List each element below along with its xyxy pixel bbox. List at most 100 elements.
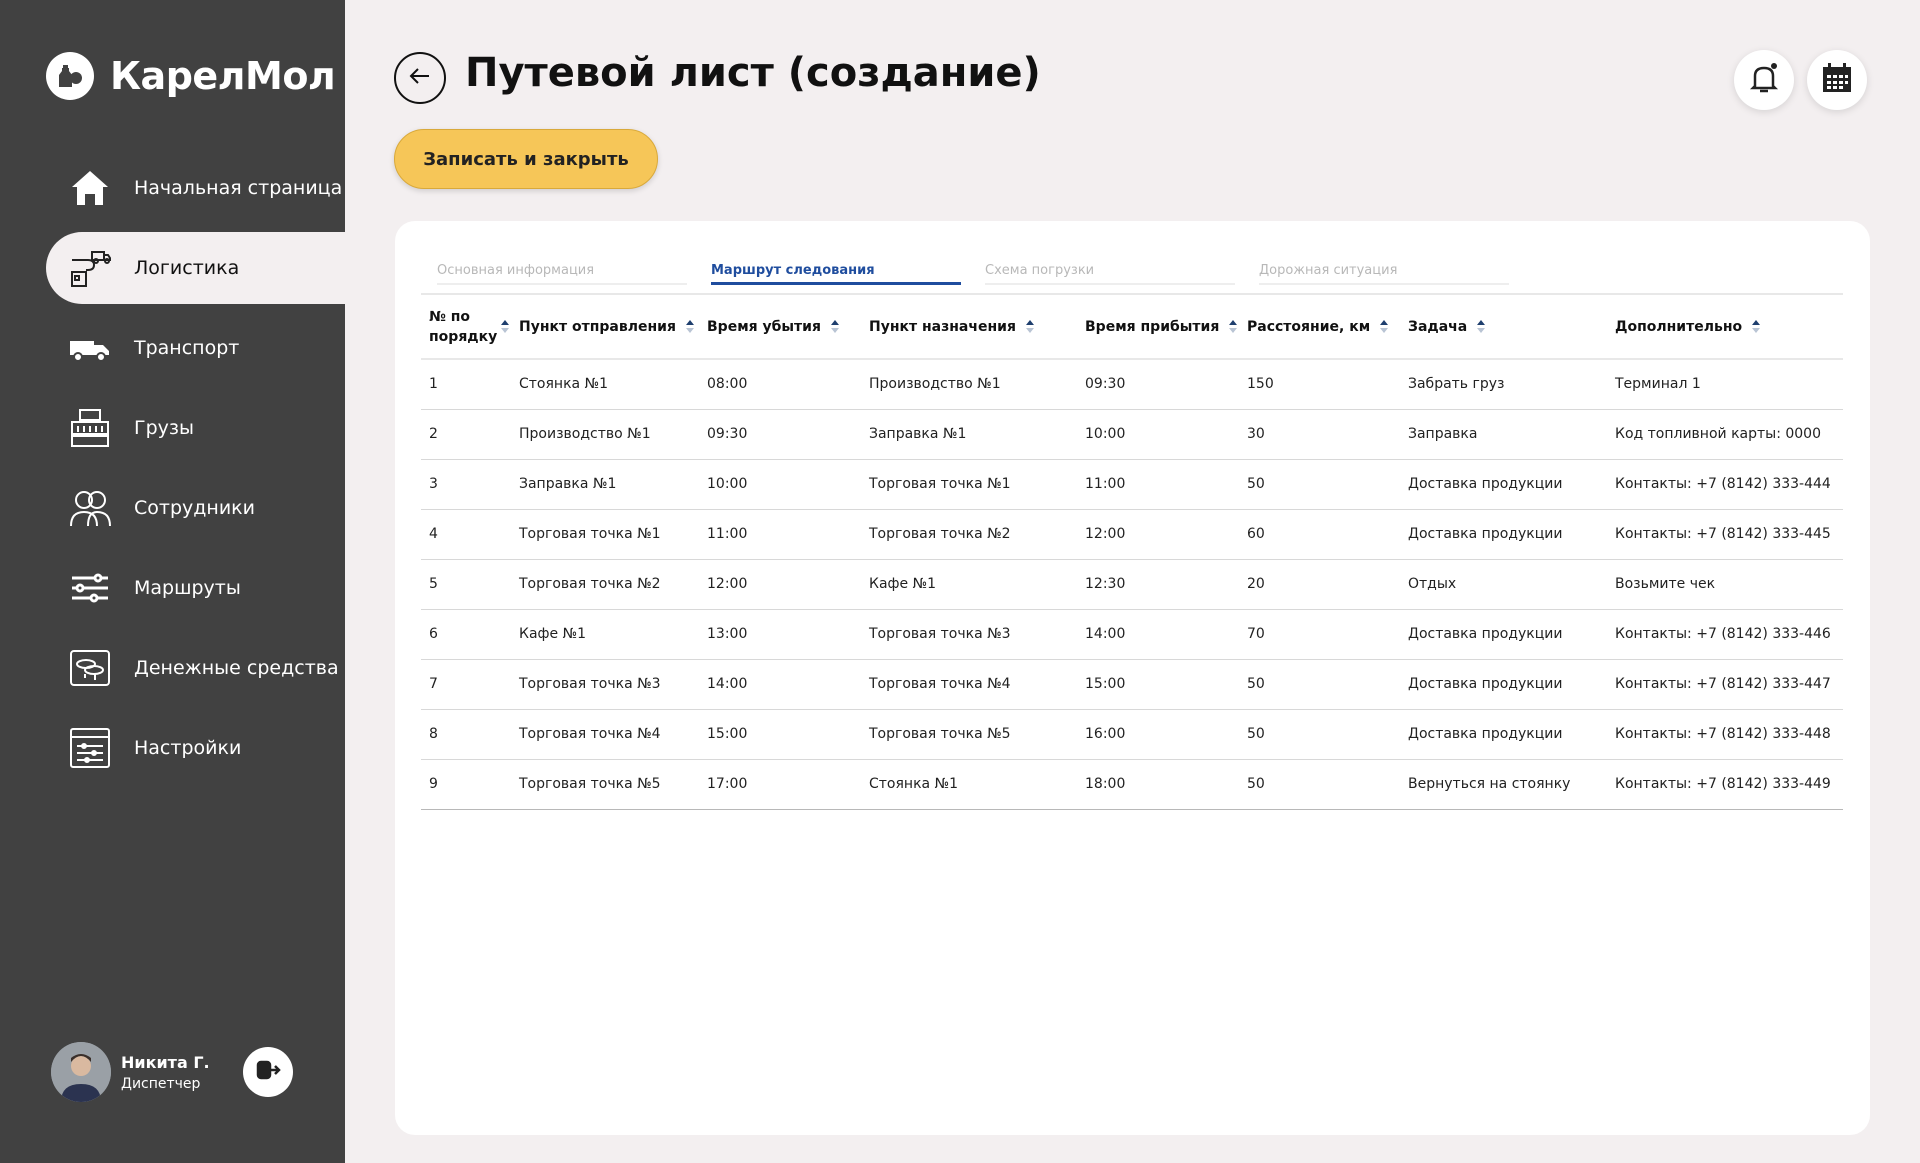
column-header[interactable]: Время убытия: [699, 293, 861, 360]
cell-departure-point: Кафе №1: [511, 609, 699, 660]
column-header-label: Пункт отправления: [519, 318, 676, 335]
table-row[interactable]: 1 Стоянка №1 08:00 Производство №1 09:30…: [421, 359, 1843, 410]
calendar-button[interactable]: [1807, 50, 1867, 110]
save-and-close-button[interactable]: Записать и закрыть: [394, 129, 658, 189]
cell-departure-point: Торговая точка №5: [511, 759, 699, 810]
cell-departure-point: Торговая точка №2: [511, 559, 699, 610]
sort-icon[interactable]: [1477, 319, 1486, 334]
cell-order: 5: [421, 559, 511, 610]
sidebar-item-logistics[interactable]: Логистика: [46, 232, 345, 304]
table-row[interactable]: 9 Торговая точка №5 17:00 Стоянка №1 18:…: [421, 759, 1843, 810]
cell-task: Отдых: [1400, 559, 1607, 610]
logout-button[interactable]: [243, 1047, 293, 1097]
column-header-label: Задача: [1408, 318, 1468, 335]
money-icon: [68, 646, 112, 690]
cell-arrival-time: 10:00: [1077, 409, 1239, 460]
cell-order: 6: [421, 609, 511, 660]
column-header[interactable]: № по порядку: [421, 293, 511, 360]
cell-departure-time: 14:00: [699, 659, 861, 710]
tabs: Основная информация Маршрут следования С…: [437, 241, 1533, 285]
route-table: № по порядку Пункт отправления Время убы…: [421, 293, 1843, 810]
employees-icon: [68, 486, 112, 530]
back-button[interactable]: [394, 52, 446, 104]
sidebar-item-transport[interactable]: Транспорт: [0, 312, 345, 384]
cell-destination: Торговая точка №1: [861, 459, 1077, 510]
cell-extra: Контакты: +7 (8142) 333-445: [1607, 509, 1843, 560]
cell-extra: Контакты: +7 (8142) 333-447: [1607, 659, 1843, 710]
cell-arrival-time: 12:00: [1077, 509, 1239, 560]
column-header[interactable]: Пункт назначения: [861, 293, 1077, 360]
cell-destination: Заправка №1: [861, 409, 1077, 460]
sidebar-item-money[interactable]: Денежные средства: [0, 632, 345, 704]
calendar-icon: [1821, 62, 1853, 98]
sidebar-item-label: Логистика: [134, 257, 240, 279]
column-header[interactable]: Задача: [1400, 293, 1607, 360]
table-row[interactable]: 8 Торговая точка №4 15:00 Торговая точка…: [421, 709, 1843, 760]
sidebar-item-settings[interactable]: Настройки: [0, 712, 345, 784]
sort-icon[interactable]: [1752, 319, 1761, 334]
column-header[interactable]: Время прибытия: [1077, 293, 1239, 360]
cell-task: Доставка продукции: [1400, 659, 1607, 710]
sidebar-item-label: Настройки: [134, 737, 242, 759]
user-profile[interactable]: Никита Г. Диспетчер: [51, 1042, 210, 1102]
tab-main-info[interactable]: Основная информация: [437, 241, 687, 285]
cell-arrival-time: 11:00: [1077, 459, 1239, 510]
settings-icon: [68, 726, 112, 770]
sidebar-nav: Начальная страница Логистика Транспорт Г…: [0, 152, 345, 792]
cell-departure-time: 15:00: [699, 709, 861, 760]
column-header-label: Пункт назначения: [869, 318, 1016, 335]
logo[interactable]: КарелМол: [46, 52, 336, 100]
cell-task: Доставка продукции: [1400, 459, 1607, 510]
table-row[interactable]: 7 Торговая точка №3 14:00 Торговая точка…: [421, 659, 1843, 710]
column-header[interactable]: Дополнительно: [1607, 293, 1843, 360]
sidebar-item-cargo[interactable]: Грузы: [0, 392, 345, 464]
notifications-button[interactable]: [1734, 50, 1794, 110]
cell-extra: Контакты: +7 (8142) 333-449: [1607, 759, 1843, 810]
cell-order: 9: [421, 759, 511, 810]
cell-distance: 70: [1239, 609, 1400, 660]
cell-order: 2: [421, 409, 511, 460]
table-row[interactable]: 5 Торговая точка №2 12:00 Кафе №1 12:30 …: [421, 559, 1843, 610]
sidebar-item-home[interactable]: Начальная страница: [0, 152, 345, 224]
cell-distance: 20: [1239, 559, 1400, 610]
cell-destination: Кафе №1: [861, 559, 1077, 610]
table-row[interactable]: 4 Торговая точка №1 11:00 Торговая точка…: [421, 509, 1843, 560]
cell-order: 4: [421, 509, 511, 560]
sort-icon[interactable]: [1380, 319, 1389, 334]
cell-order: 1: [421, 359, 511, 410]
cell-extra: Контакты: +7 (8142) 333-448: [1607, 709, 1843, 760]
cell-distance: 50: [1239, 659, 1400, 710]
table-row[interactable]: 6 Кафе №1 13:00 Торговая точка №3 14:00 …: [421, 609, 1843, 660]
cell-departure-point: Производство №1: [511, 409, 699, 460]
user-role: Диспетчер: [121, 1075, 201, 1092]
table-row[interactable]: 2 Производство №1 09:30 Заправка №1 10:0…: [421, 409, 1843, 460]
table-row[interactable]: 3 Заправка №1 10:00 Торговая точка №1 11…: [421, 459, 1843, 510]
sort-icon[interactable]: [501, 319, 509, 334]
cell-destination: Торговая точка №5: [861, 709, 1077, 760]
sort-icon[interactable]: [685, 319, 694, 334]
column-header[interactable]: Пункт отправления: [511, 293, 699, 360]
cell-extra: Контакты: +7 (8142) 333-444: [1607, 459, 1843, 510]
cell-task: Доставка продукции: [1400, 709, 1607, 760]
sidebar-item-label: Начальная страница: [134, 177, 343, 199]
cargo-icon: [68, 406, 112, 450]
tab-loading-scheme[interactable]: Схема погрузки: [985, 241, 1235, 285]
sort-icon[interactable]: [830, 319, 839, 334]
tab-road-situation[interactable]: Дорожная ситуация: [1259, 241, 1509, 285]
cell-destination: Торговая точка №3: [861, 609, 1077, 660]
cell-departure-point: Торговая точка №3: [511, 659, 699, 710]
tab-route[interactable]: Маршрут следования: [711, 241, 961, 285]
cell-destination: Производство №1: [861, 359, 1077, 410]
bell-icon: [1747, 61, 1781, 99]
cell-extra: Контакты: +7 (8142) 333-446: [1607, 609, 1843, 660]
table-header-row: № по порядку Пункт отправления Время убы…: [421, 293, 1843, 360]
cell-destination: Торговая точка №4: [861, 659, 1077, 710]
sort-icon[interactable]: [1229, 319, 1238, 334]
cell-departure-time: 12:00: [699, 559, 861, 610]
cell-departure-time: 17:00: [699, 759, 861, 810]
logistics-icon: [68, 246, 112, 290]
sidebar-item-employees[interactable]: Сотрудники: [0, 472, 345, 544]
column-header[interactable]: Расстояние, км: [1239, 293, 1400, 360]
sidebar-item-routes[interactable]: Маршруты: [0, 552, 345, 624]
sort-icon[interactable]: [1025, 319, 1034, 334]
